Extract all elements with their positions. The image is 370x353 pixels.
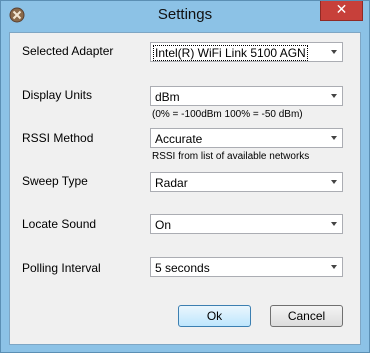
rssi-method-label: RSSI Method bbox=[22, 131, 94, 145]
chevron-down-icon bbox=[331, 136, 337, 140]
cancel-button[interactable]: Cancel bbox=[270, 305, 343, 327]
display-units-value: dBm bbox=[155, 90, 180, 104]
chevron-down-icon bbox=[331, 94, 337, 98]
display-units-select[interactable]: dBm bbox=[150, 86, 343, 106]
chevron-down-icon bbox=[331, 222, 337, 226]
chevron-down-icon bbox=[331, 265, 337, 269]
locate-sound-label: Locate Sound bbox=[22, 217, 97, 231]
adapter-select[interactable]: Intel(R) WiFi Link 5100 AGN bbox=[150, 42, 343, 62]
title-bar[interactable]: Settings ✕ bbox=[1, 1, 369, 32]
locate-sound-value: On bbox=[155, 218, 172, 232]
polling-interval-select[interactable]: 5 seconds bbox=[150, 257, 343, 277]
close-button[interactable]: ✕ bbox=[320, 1, 363, 21]
sweep-type-select[interactable]: Radar bbox=[150, 172, 343, 192]
ok-button[interactable]: Ok bbox=[178, 305, 251, 327]
close-icon: ✕ bbox=[335, 2, 348, 18]
adapter-label: Selected Adapter bbox=[22, 44, 114, 58]
locate-sound-select[interactable]: On bbox=[150, 214, 343, 234]
settings-dialog: Settings ✕ Selected Adapter Intel(R) WiF… bbox=[0, 0, 370, 353]
rssi-method-select[interactable]: Accurate bbox=[150, 128, 343, 148]
polling-interval-value: 5 seconds bbox=[155, 261, 210, 275]
rssi-method-note: RSSI from list of available networks bbox=[152, 151, 310, 162]
chevron-down-icon bbox=[331, 50, 337, 54]
sweep-type-value: Radar bbox=[155, 176, 188, 190]
rssi-method-value: Accurate bbox=[155, 132, 203, 146]
sweep-type-label: Sweep Type bbox=[22, 174, 88, 188]
chevron-down-icon bbox=[331, 180, 337, 184]
window-title: Settings bbox=[157, 6, 213, 23]
adapter-value: Intel(R) WiFi Link 5100 AGN bbox=[153, 45, 308, 61]
polling-interval-label: Polling Interval bbox=[22, 261, 101, 275]
display-units-label: Display Units bbox=[22, 88, 93, 102]
display-units-note: (0% = -100dBm 100% = -50 dBm) bbox=[152, 109, 303, 120]
settings-panel: Selected Adapter Intel(R) WiFi Link 5100… bbox=[9, 32, 361, 345]
